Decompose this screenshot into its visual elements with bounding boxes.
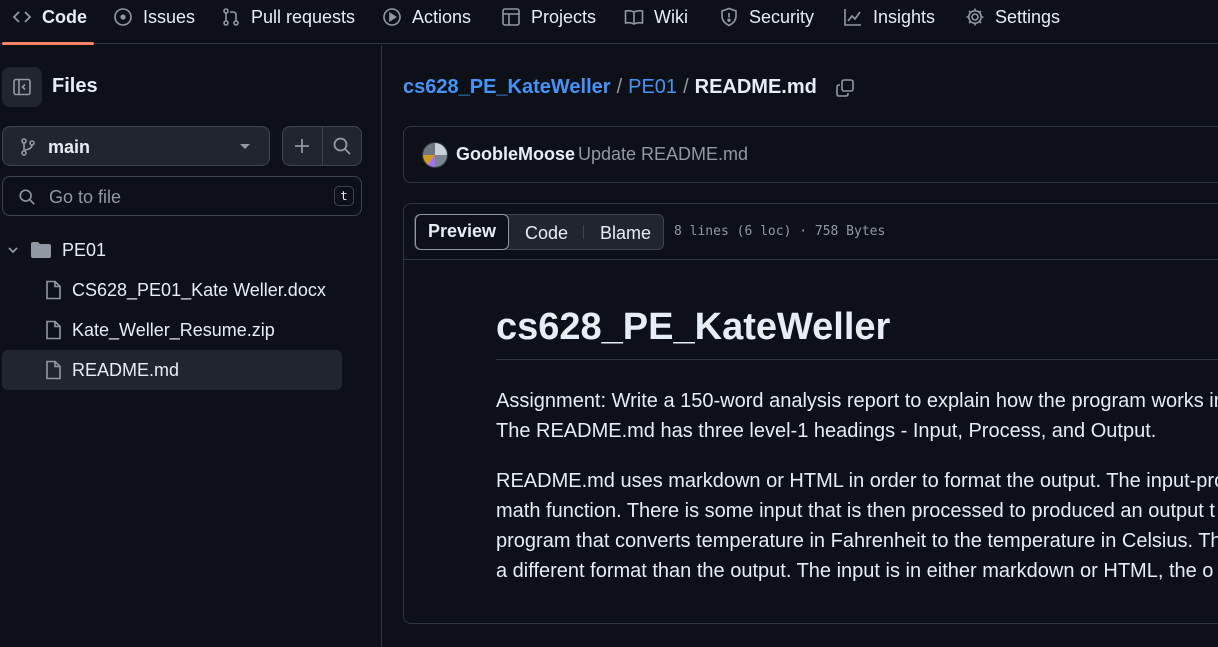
file-viewer: Preview Code Blame 8 lines (6 loc) · 758… xyxy=(403,203,1218,624)
commit-author[interactable]: GoobleMoose xyxy=(456,144,575,165)
readme-paragraph-2: README.md uses markdown or HTML in order… xyxy=(496,466,1218,586)
blame-button[interactable]: Blame xyxy=(600,223,651,244)
search-icon[interactable] xyxy=(332,136,352,156)
breadcrumb-separator: / xyxy=(683,76,689,98)
sidebar-collapse-icon xyxy=(13,78,31,96)
tab-insights-label: Insights xyxy=(873,6,936,27)
text-line: Assignment: Write a 150-word analysis re… xyxy=(496,390,1218,412)
play-icon xyxy=(383,8,401,26)
branch-icon xyxy=(21,138,35,156)
tab-projects-label: Projects xyxy=(531,6,597,27)
tab-projects[interactable]: Projects xyxy=(501,0,596,34)
tree-item-label: CS628_PE01_Kate Weller.docx xyxy=(72,280,326,300)
repo-nav: Code Issues Pull requests Actions Projec… xyxy=(0,0,1218,45)
tab-actions[interactable]: Actions xyxy=(382,0,471,34)
tab-wiki-label: Wiki xyxy=(654,6,688,27)
file-viewer-header: Preview Code Blame 8 lines (6 loc) · 758… xyxy=(404,204,1218,260)
issue-circle-icon xyxy=(114,8,132,26)
tab-security-label: Security xyxy=(749,6,815,27)
tab-code-label: Code xyxy=(42,6,87,27)
tab-pull-requests[interactable]: Pull requests xyxy=(221,0,355,34)
text-line: a different format than the output. The … xyxy=(496,560,1214,582)
sidebar-title: Files xyxy=(52,75,98,97)
file-icon xyxy=(46,280,61,300)
copy-path-icon[interactable] xyxy=(835,78,855,98)
tab-wiki[interactable]: Wiki xyxy=(624,0,688,34)
table-icon xyxy=(502,8,520,26)
add-file-icon[interactable] xyxy=(292,136,312,156)
file-tree-sidebar: Files main Go to file t PE01 CS628_PE01_… xyxy=(0,45,382,647)
readme-heading: cs628_PE_KateWeller xyxy=(496,306,1218,360)
preview-button[interactable]: Preview xyxy=(415,214,509,250)
breadcrumb-repo-link[interactable]: cs628_PE_KateWeller xyxy=(403,76,611,99)
text-line: program that converts temperature in Fah… xyxy=(496,530,1218,552)
graph-icon xyxy=(844,9,861,26)
tree-actions xyxy=(282,126,362,166)
book-icon xyxy=(624,9,644,25)
view-mode-toggle: Preview Code Blame xyxy=(414,214,664,250)
tree-item-label: Kate_Weller_Resume.zip xyxy=(72,320,275,340)
tab-pull-requests-label: Pull requests xyxy=(251,6,356,27)
breadcrumb-current-file: README.md xyxy=(694,76,817,98)
search-icon xyxy=(19,189,35,205)
avatar[interactable] xyxy=(422,142,448,168)
file-icon xyxy=(46,320,61,340)
collapse-sidebar-button[interactable] xyxy=(2,67,42,107)
readme-paragraph-1: Assignment: Write a 150-word analysis re… xyxy=(496,386,1218,446)
caret-down-icon xyxy=(240,144,250,149)
breadcrumb: cs628_PE_KateWeller / PE01 / README.md xyxy=(403,76,855,99)
code-icon xyxy=(12,11,32,23)
tab-issues-label: Issues xyxy=(143,6,196,27)
gear-icon xyxy=(966,8,984,26)
tree-item-label: PE01 xyxy=(62,240,107,260)
tab-issues[interactable]: Issues xyxy=(113,0,195,34)
branch-name: main xyxy=(48,137,91,157)
tab-settings[interactable]: Settings xyxy=(965,0,1060,34)
file-icon xyxy=(46,360,61,380)
shield-icon xyxy=(721,7,737,27)
tree-file-zip[interactable]: Kate_Weller_Resume.zip xyxy=(2,310,342,350)
latest-commit-bar: GoobleMoose Update README.md xyxy=(403,126,1218,183)
divider xyxy=(583,225,584,239)
pull-request-icon xyxy=(223,8,239,26)
tab-settings-label: Settings xyxy=(995,6,1061,27)
chevron-down-icon xyxy=(8,247,18,254)
branch-selector[interactable]: main xyxy=(2,126,270,166)
file-info: 8 lines (6 loc) · 758 Bytes xyxy=(674,224,886,239)
text-line: README.md uses markdown or HTML in order… xyxy=(496,470,1218,492)
commit-message[interactable]: Update README.md xyxy=(578,144,748,165)
tree-file-readme[interactable]: README.md xyxy=(2,350,342,390)
breadcrumb-separator: / xyxy=(616,76,623,98)
tab-security[interactable]: Security xyxy=(719,0,814,34)
tree-file-docx[interactable]: CS628_PE01_Kate Weller.docx xyxy=(2,270,342,310)
tab-actions-label: Actions xyxy=(412,6,472,27)
tab-insights[interactable]: Insights xyxy=(843,0,935,34)
text-line: math function. There is some input that … xyxy=(496,500,1215,522)
tree-item-label: README.md xyxy=(72,360,180,380)
tree-folder-pe01[interactable]: PE01 xyxy=(2,230,342,270)
divider xyxy=(322,127,323,165)
tab-code[interactable]: Code xyxy=(12,0,87,34)
folder-icon xyxy=(31,242,51,258)
text-line: The README.md has three level-1 headings… xyxy=(496,420,1157,442)
go-to-file-input[interactable]: Go to file t xyxy=(2,176,362,216)
breadcrumb-folder-link[interactable]: PE01 xyxy=(628,76,677,99)
code-button[interactable]: Code xyxy=(525,223,568,244)
shortcut-key: t xyxy=(334,186,354,206)
go-to-file-placeholder: Go to file xyxy=(49,187,122,207)
